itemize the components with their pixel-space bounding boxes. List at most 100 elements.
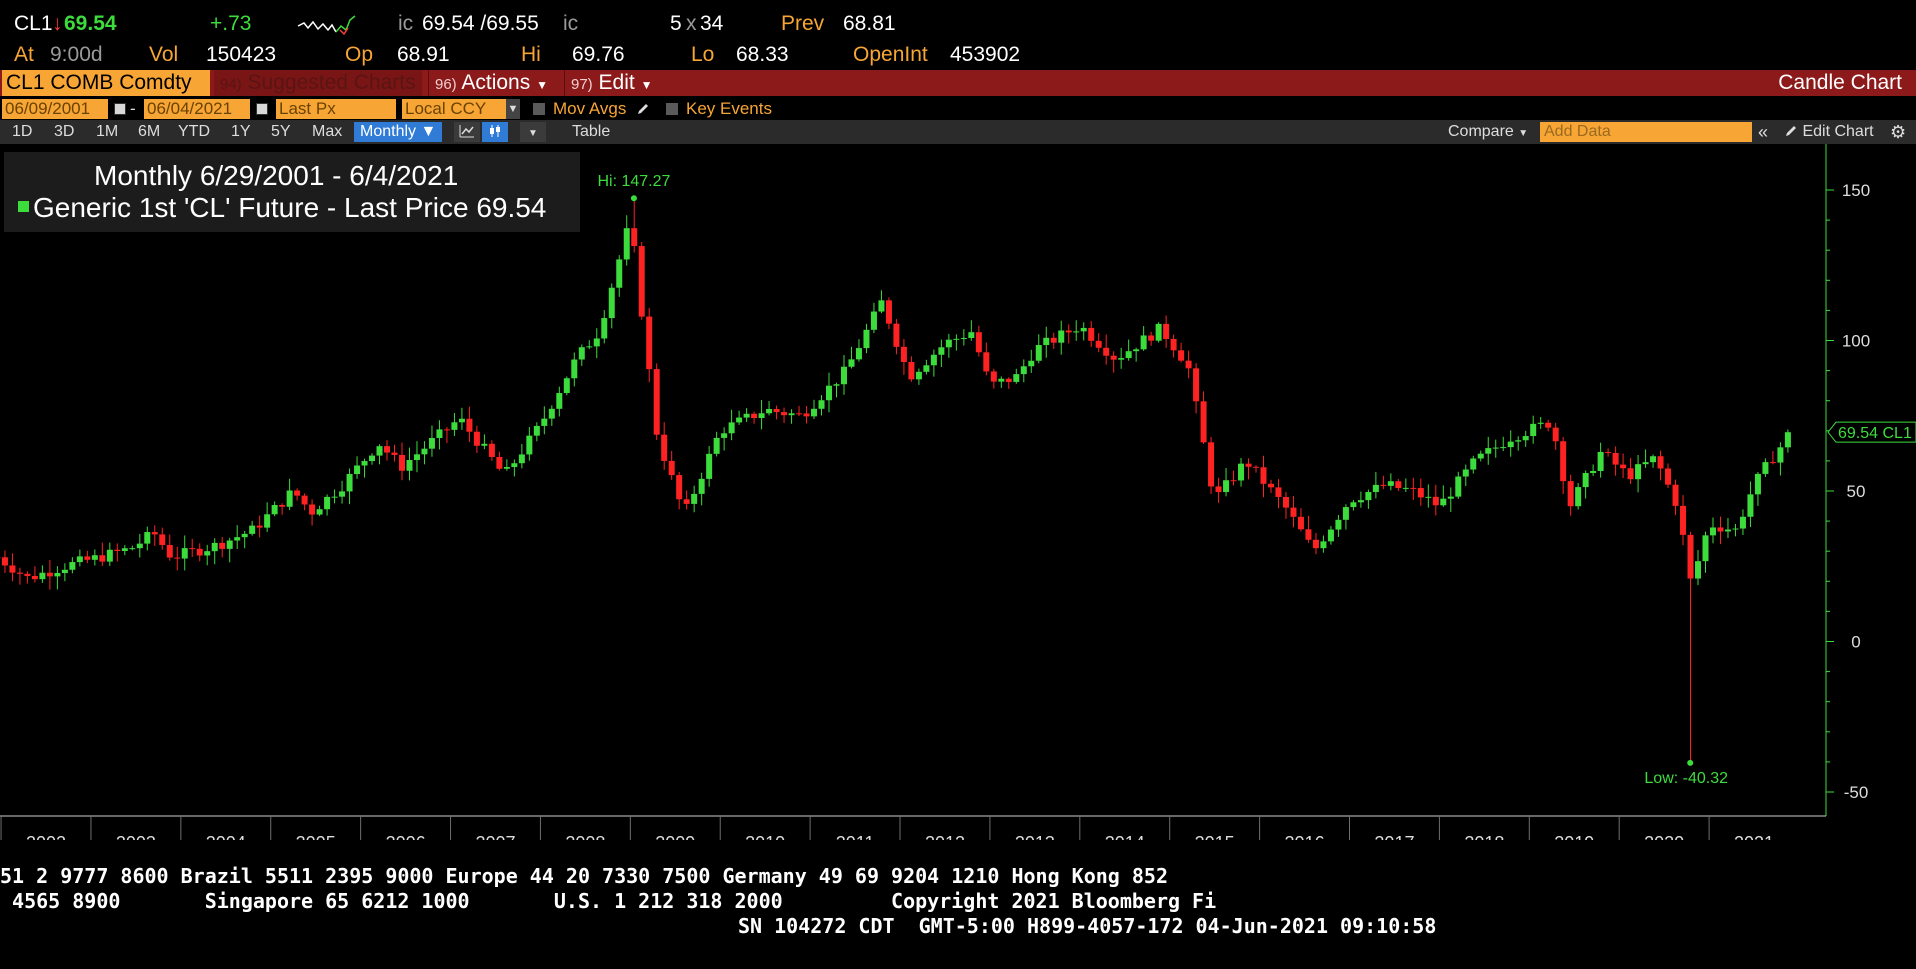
- range-1y-button[interactable]: 1Y: [231, 122, 251, 142]
- suggested-charts-button[interactable]: 94) Suggested Charts: [214, 70, 422, 96]
- candle-up: [376, 446, 383, 456]
- pencil-icon[interactable]: [636, 102, 650, 122]
- candle-down: [1170, 338, 1177, 351]
- currency-dropdown-icon[interactable]: ▼: [506, 99, 520, 119]
- candle-down: [1050, 337, 1057, 343]
- range-max-button[interactable]: Max: [312, 122, 342, 142]
- candle-up: [1582, 473, 1589, 488]
- range-1d-button[interactable]: 1D: [12, 122, 32, 142]
- high-value: 69.76: [572, 43, 625, 66]
- table-button[interactable]: Table: [572, 122, 610, 142]
- last-price: 69.54: [64, 12, 117, 35]
- candle-down: [1657, 456, 1664, 469]
- candle-down: [1208, 442, 1215, 487]
- chart-style-dropdown-icon[interactable]: ▼: [520, 122, 546, 142]
- candle-down: [796, 413, 803, 415]
- x-tick-label: 2008: [565, 833, 605, 840]
- candle-up: [369, 455, 376, 462]
- actions-menu-button[interactable]: 96) Actions ▼: [428, 70, 562, 96]
- calendar-icon[interactable]: [256, 103, 268, 115]
- gear-icon[interactable]: ⚙: [1890, 122, 1906, 142]
- compare-button[interactable]: Compare ▼: [1448, 122, 1528, 142]
- candle-up: [211, 542, 218, 552]
- legend-series-name: Generic 1st 'CL' Future - Last Price: [33, 192, 469, 223]
- candle-down: [1552, 427, 1559, 442]
- candle-down: [1088, 327, 1095, 341]
- candle-up: [1724, 529, 1731, 532]
- currency-select[interactable]: Local CCY: [402, 99, 506, 119]
- calendar-icon[interactable]: [114, 103, 126, 115]
- candle-up: [1470, 458, 1477, 470]
- security-field[interactable]: CL1 COMB Comdty: [2, 70, 210, 96]
- candle-down: [1178, 350, 1185, 361]
- candle-up: [1035, 345, 1042, 361]
- start-date-field[interactable]: 06/09/2001: [2, 99, 108, 119]
- candle-up: [698, 478, 705, 494]
- candle-up: [234, 537, 241, 541]
- quote-header: CL1 ↓ 69.54 +.73 ic 69.54 /69.55 ic 5 x …: [0, 0, 1916, 70]
- candle-up: [458, 418, 465, 423]
- candle-down: [653, 369, 660, 435]
- range-5y-button[interactable]: 5Y: [271, 122, 291, 142]
- candle-up: [1080, 327, 1087, 332]
- series-swatch-icon: [18, 201, 29, 212]
- candle-down: [1380, 484, 1387, 486]
- candle-up: [286, 490, 293, 507]
- candle-up: [1020, 366, 1027, 375]
- candle-up: [1575, 487, 1582, 507]
- edit-menu-button[interactable]: 97) Edit ▼: [564, 70, 664, 96]
- candle-up: [870, 311, 877, 330]
- candle-down: [751, 413, 758, 419]
- edit-chart-button[interactable]: Edit Chart: [1784, 122, 1874, 142]
- mov-avgs-toggle[interactable]: Mov Avgs: [533, 99, 626, 119]
- candle-down: [1545, 422, 1552, 428]
- candle-up: [608, 287, 615, 319]
- range-3d-button[interactable]: 3D: [54, 122, 74, 142]
- candle-down: [159, 534, 166, 545]
- range-1m-button[interactable]: 1M: [96, 122, 118, 142]
- collapse-icon[interactable]: «: [1758, 122, 1768, 142]
- candle-down: [803, 413, 810, 417]
- candle-down: [1282, 496, 1289, 508]
- candle-down: [1095, 340, 1102, 348]
- down-arrow-icon: ↓: [52, 12, 63, 35]
- candle-up: [1327, 529, 1334, 542]
- candle-up: [1507, 441, 1514, 448]
- candle-down: [1253, 466, 1260, 468]
- range-ytd-button[interactable]: YTD: [178, 122, 210, 142]
- candle-down: [893, 323, 900, 347]
- checkbox-icon: [533, 103, 545, 115]
- end-date-field[interactable]: 06/04/2021: [144, 99, 250, 119]
- candle-down: [1305, 529, 1312, 540]
- candle-down: [1297, 516, 1304, 530]
- candle-up: [54, 573, 61, 577]
- candle-down: [631, 228, 638, 247]
- candle-up: [1013, 374, 1020, 382]
- candle-up: [91, 555, 98, 560]
- candle-down: [46, 572, 53, 577]
- candle-up: [1777, 447, 1784, 463]
- candle-up: [1350, 502, 1357, 508]
- x-tick-label: 2014: [1105, 833, 1145, 840]
- period-select[interactable]: Monthly ▼: [354, 122, 443, 142]
- last-price-tag-label: 69.54 CL1: [1838, 425, 1912, 442]
- y-tick-label: 100: [1842, 332, 1870, 351]
- candle-up: [1492, 447, 1499, 449]
- candle-chart-icon[interactable]: [482, 122, 508, 142]
- candle-down: [668, 460, 675, 476]
- high-annotation: Hi: 147.27: [597, 173, 670, 190]
- candle-down: [1627, 468, 1634, 480]
- price-field-select[interactable]: Last Px: [276, 99, 396, 119]
- candle-down: [1245, 463, 1252, 467]
- range-6m-button[interactable]: 6M: [138, 122, 160, 142]
- candle-up: [923, 365, 930, 372]
- candle-up: [1650, 456, 1657, 463]
- key-events-toggle[interactable]: Key Events: [666, 99, 772, 119]
- line-chart-icon[interactable]: [454, 122, 480, 142]
- candle-chart[interactable]: 150 100 50 0 -50 2002 2003 2004 2005 2006 2007 2008…: [0, 144, 1916, 840]
- add-data-input[interactable]: Add Data: [1540, 122, 1752, 142]
- candle-up: [1522, 436, 1529, 441]
- candle-up: [593, 338, 600, 347]
- candle-up: [181, 548, 188, 559]
- candle-down: [294, 490, 301, 496]
